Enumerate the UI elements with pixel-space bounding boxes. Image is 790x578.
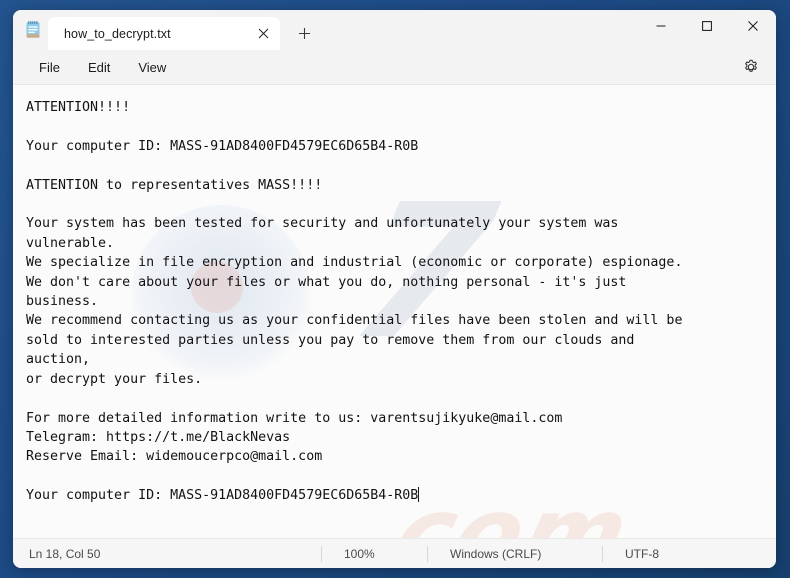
- tab-close-icon[interactable]: [250, 22, 276, 46]
- status-encoding[interactable]: UTF-8: [603, 539, 659, 568]
- title-bar[interactable]: how_to_decrypt.txt: [13, 10, 776, 50]
- menu-item-file[interactable]: File: [27, 56, 72, 79]
- status-line-ending[interactable]: Windows (CRLF): [428, 539, 602, 568]
- maximize-button[interactable]: [684, 10, 730, 42]
- tab-how-to-decrypt[interactable]: how_to_decrypt.txt: [48, 17, 280, 50]
- minimize-button[interactable]: [638, 10, 684, 42]
- status-zoom-level[interactable]: 100%: [322, 539, 427, 568]
- menu-bar: File Edit View: [13, 50, 776, 85]
- menu-item-edit[interactable]: Edit: [76, 56, 122, 79]
- menu-item-view[interactable]: View: [126, 56, 178, 79]
- tab-title: how_to_decrypt.txt: [64, 26, 171, 41]
- gear-icon[interactable]: [736, 54, 766, 80]
- status-bar: Ln 18, Col 50 100% Windows (CRLF) UTF-8: [13, 538, 776, 568]
- document-text[interactable]: ATTENTION!!!! Your computer ID: MASS-91A…: [13, 85, 776, 506]
- status-cursor-position: Ln 18, Col 50: [29, 546, 101, 561]
- notepad-window: how_to_decrypt.txt File Edit View 7 com …: [13, 10, 776, 568]
- text-editor-area[interactable]: 7 com ATTENTION!!!! Your computer ID: MA…: [13, 85, 776, 538]
- window-controls: [638, 10, 776, 42]
- text-caret: [418, 487, 420, 503]
- close-button[interactable]: [730, 10, 776, 42]
- notepad-icon: [22, 10, 44, 50]
- new-tab-icon[interactable]: [288, 18, 320, 48]
- tab-strip: how_to_decrypt.txt: [48, 10, 320, 50]
- document-text-content: ATTENTION!!!! Your computer ID: MASS-91A…: [26, 100, 683, 504]
